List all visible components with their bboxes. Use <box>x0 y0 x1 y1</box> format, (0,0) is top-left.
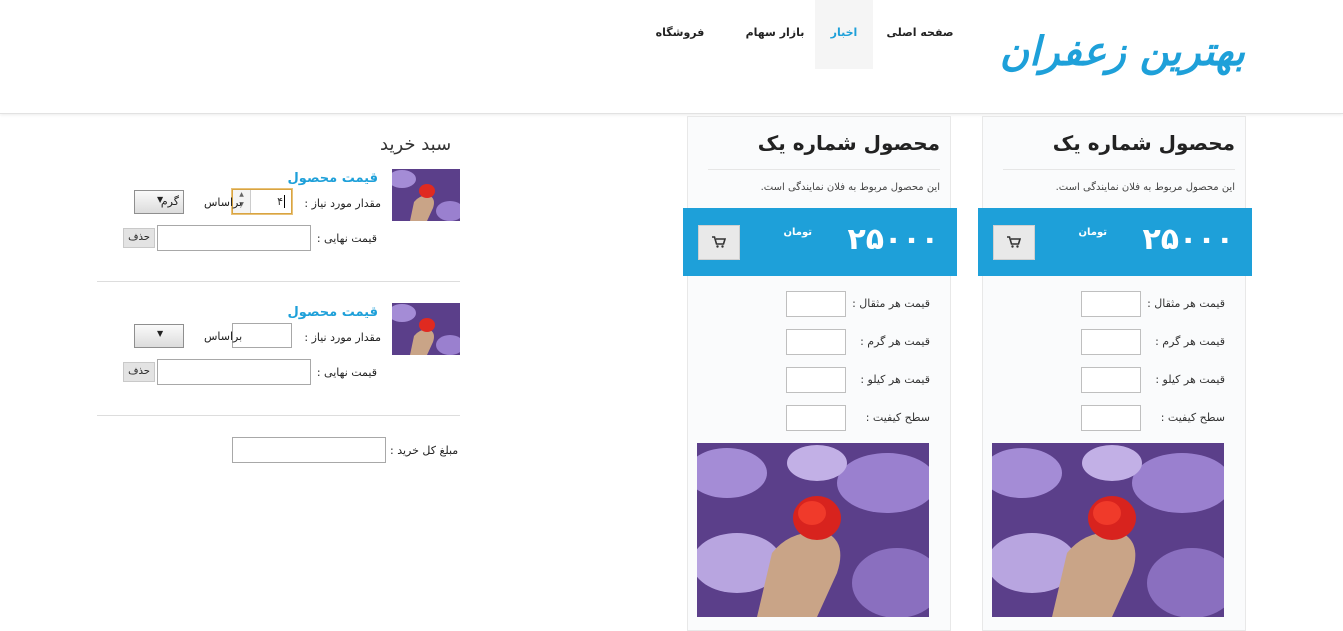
quality-input[interactable] <box>786 405 846 431</box>
unit-select[interactable]: ▼ <box>134 324 184 348</box>
cart-icon <box>712 236 727 248</box>
final-price-label: قیمت نهایی : <box>316 366 377 379</box>
currency-label: تومان <box>1078 227 1107 238</box>
qty-label: مقدار مورد نیاز : <box>304 197 381 210</box>
field-label-mesghal: قیمت هر مثقال : <box>852 297 930 310</box>
divider <box>97 415 460 416</box>
nav-stock-market[interactable]: بازار سهام <box>735 0 815 69</box>
add-to-cart-button[interactable] <box>993 225 1035 260</box>
price-gram-input[interactable] <box>786 329 846 355</box>
divider <box>97 281 460 282</box>
chevron-down-icon: ▼ <box>157 329 164 338</box>
price-bar: ۲۵۰۰۰ تومان <box>683 208 957 276</box>
delete-button[interactable]: حذف <box>123 228 155 248</box>
divider <box>708 169 940 170</box>
price-gram-input[interactable] <box>1081 329 1141 355</box>
cart-item-thumbnail <box>392 169 460 221</box>
field-label-kilo: قیمت هر کیلو : <box>1155 373 1225 386</box>
final-price-label: قیمت نهایی : <box>316 232 377 245</box>
basis-label: براساس <box>204 330 243 343</box>
basis-label: براساس <box>204 196 243 209</box>
product-card: محصول شماره یک این محصول مربوط به فلان ن… <box>683 116 957 631</box>
price-mesghal-input[interactable] <box>1081 291 1141 317</box>
nav-home[interactable]: صفحه اصلی <box>880 0 960 69</box>
product-title: محصول شماره یک <box>1052 131 1235 155</box>
unit-select-value: گرم <box>160 195 179 208</box>
divider <box>1003 169 1235 170</box>
cart-item-thumbnail <box>392 303 460 355</box>
field-label-kilo: قیمت هر کیلو : <box>860 373 930 386</box>
cart-item-name: قیمت محصول <box>287 305 378 320</box>
product-price: ۲۵۰۰۰ <box>847 222 939 257</box>
field-label-quality: سطح کیفیت : <box>865 411 930 424</box>
field-label-gram: قیمت هر گرم : <box>1155 335 1225 348</box>
qty-value: ۴ <box>277 195 285 208</box>
price-kilo-input[interactable] <box>786 367 846 393</box>
saffron-image <box>697 443 929 617</box>
price-mesghal-input[interactable] <box>786 291 846 317</box>
product-description: این محصول مربوط به فلان نمایندگی است. <box>1055 182 1235 193</box>
product-price: ۲۵۰۰۰ <box>1142 222 1234 257</box>
price-bar: ۲۵۰۰۰ تومان <box>978 208 1252 276</box>
site-header: بهترین زعفران صفحه اصلی اخبار بازار سهام… <box>0 0 1343 114</box>
cart-item-name: قیمت محصول <box>287 171 378 186</box>
price-kilo-input[interactable] <box>1081 367 1141 393</box>
product-card: محصول شماره یک این محصول مربوط به فلان ن… <box>978 116 1252 631</box>
site-logo[interactable]: بهترین زعفران <box>1000 28 1245 88</box>
saffron-image <box>992 443 1224 617</box>
field-label-quality: سطح کیفیت : <box>1160 411 1225 424</box>
add-to-cart-button[interactable] <box>698 225 740 260</box>
total-label: مبلغ کل خرید : <box>390 444 459 457</box>
cart-icon <box>1007 236 1022 248</box>
nav-news[interactable]: اخبار <box>815 0 873 69</box>
cart-item: قیمت محصول مقدار مورد نیاز : براساس ▼ قی… <box>97 303 460 417</box>
field-label-mesghal: قیمت هر مثقال : <box>1147 297 1225 310</box>
chevron-down-icon: ▼ <box>157 195 164 204</box>
product-description: این محصول مربوط به فلان نمایندگی است. <box>760 182 940 193</box>
unit-select[interactable]: گرم ▼ <box>134 190 184 214</box>
final-price-input[interactable] <box>157 225 311 251</box>
nav-shop[interactable]: فروشگاه <box>640 0 720 69</box>
product-title: محصول شماره یک <box>757 131 940 155</box>
quality-input[interactable] <box>1081 405 1141 431</box>
cart-item: قیمت محصول مقدار مورد نیاز : ▲ ▼ ۴ براساس… <box>97 169 460 283</box>
field-label-gram: قیمت هر گرم : <box>860 335 930 348</box>
cart-title: سبد خرید <box>380 134 452 155</box>
qty-label: مقدار مورد نیاز : <box>304 331 381 344</box>
total-input[interactable] <box>232 437 386 463</box>
currency-label: تومان <box>783 227 812 238</box>
final-price-input[interactable] <box>157 359 311 385</box>
delete-button[interactable]: حذف <box>123 362 155 382</box>
